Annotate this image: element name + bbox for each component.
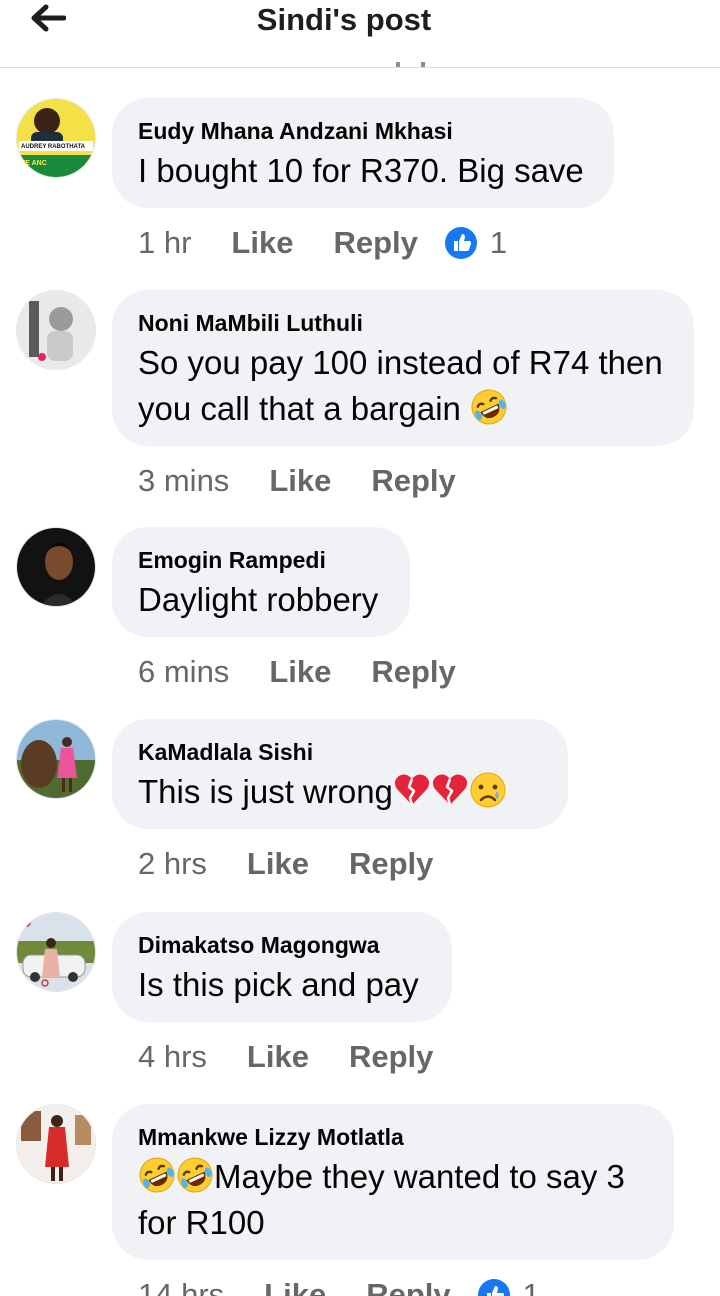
reaction-count-value: 1 — [522, 1277, 540, 1296]
comment-actions: 1 hr Like Reply 1 — [138, 220, 507, 266]
comment-time[interactable]: 3 mins — [138, 463, 229, 499]
avatar-text: TE ANC — [21, 160, 47, 167]
comment-text-line: Maybe they wanted to say 3 — [214, 1158, 625, 1195]
comment-text: for R100 — [138, 1204, 265, 1241]
reply-button[interactable]: Reply — [366, 1277, 450, 1296]
avatar[interactable]: AUDREY RABOTHATA TE ANC — [16, 98, 96, 178]
comment-author[interactable]: Emogin Rampedi — [138, 543, 384, 577]
comment-time[interactable]: 6 mins — [138, 654, 229, 690]
reaction-count-value: 1 — [489, 225, 508, 260]
comment-text: Daylight robbery — [138, 581, 379, 618]
comment-actions: 3 mins Like Reply — [138, 458, 496, 504]
like-button[interactable]: Like — [231, 225, 293, 261]
comment-text-line: This is just wrong — [138, 773, 393, 810]
rolling-on-floor-laughing-emoji — [471, 389, 507, 425]
like-button[interactable]: Like — [269, 654, 331, 690]
comment-text: Is this pick and pay — [138, 966, 419, 1003]
rolling-on-floor-laughing-emoji — [139, 1157, 175, 1193]
comment-author[interactable]: Dimakatso Magongwa — [138, 928, 426, 962]
rolling-on-floor-laughing-emoji — [177, 1157, 213, 1193]
scroll-indicator — [396, 62, 425, 67]
comment-text: Maybe they wanted to say 3 — [138, 1154, 648, 1200]
comment-text: you call that a bargain — [138, 386, 668, 432]
reply-button[interactable]: Reply — [371, 654, 455, 690]
crying-face-emoji — [470, 772, 506, 808]
comment-author[interactable]: Noni MaMbili Luthuli — [138, 306, 668, 340]
comment-time[interactable]: 4 hrs — [138, 1039, 207, 1075]
comment-time[interactable]: 1 hr — [138, 225, 191, 261]
comment-time[interactable]: 14 hrs — [138, 1277, 224, 1296]
page-title: Sindi's post — [256, 2, 432, 37]
comment-bubble: Dimakatso Magongwa Is this pick and pay — [112, 912, 452, 1022]
comment-author[interactable]: Mmankwe Lizzy Motlatla — [138, 1120, 648, 1154]
avatar[interactable] — [16, 290, 96, 370]
comment-bubble: Mmankwe Lizzy Motlatla Maybe they wanted… — [112, 1104, 674, 1260]
top-bar: Sindi's post — [0, 0, 720, 68]
comment-actions: 6 mins Like Reply — [138, 649, 496, 695]
like-button[interactable]: Like — [264, 1277, 326, 1296]
avatar[interactable] — [16, 912, 96, 992]
comment-text: So you pay 100 instead of R74 then — [138, 344, 663, 381]
avatar[interactable] — [16, 719, 96, 799]
like-button[interactable]: Like — [269, 463, 331, 499]
thumbs-up-icon — [477, 1279, 510, 1296]
broken-heart-emoji — [394, 774, 430, 806]
reply-button[interactable]: Reply — [349, 846, 433, 882]
reply-button[interactable]: Reply — [349, 1039, 433, 1075]
comment-author[interactable]: KaMadlala Sishi — [138, 735, 542, 769]
thumbs-up-icon — [444, 227, 477, 259]
comment-text: This is just wrong — [138, 769, 542, 815]
reply-button[interactable]: Reply — [333, 225, 417, 261]
comment-actions: 14 hrs Like Reply 1 — [138, 1272, 540, 1296]
reply-button[interactable]: Reply — [371, 463, 455, 499]
comment-author[interactable]: Eudy Mhana Andzani Mkhasi — [138, 114, 588, 148]
comment-time[interactable]: 2 hrs — [138, 846, 207, 882]
comment-bubble: KaMadlala Sishi This is just wrong — [112, 719, 568, 829]
like-button[interactable]: Like — [247, 846, 309, 882]
avatar[interactable] — [16, 527, 96, 607]
reaction-count[interactable]: 1 — [444, 225, 507, 261]
avatar[interactable] — [16, 1104, 96, 1184]
comment-bubble: Emogin Rampedi Daylight robbery — [112, 527, 410, 637]
comment-bubble: Eudy Mhana Andzani Mkhasi I bought 10 fo… — [112, 98, 614, 208]
like-button[interactable]: Like — [247, 1039, 309, 1075]
comment-text-line: you call that a bargain — [138, 390, 461, 427]
broken-heart-emoji — [432, 774, 468, 806]
comment-actions: 2 hrs Like Reply — [138, 841, 473, 887]
comment-text: I bought 10 for R370. Big save — [138, 152, 584, 189]
avatar-text: AUDREY RABOTHATA — [21, 144, 86, 150]
reaction-count[interactable]: 1 — [477, 1277, 540, 1296]
comment-actions: 4 hrs Like Reply — [138, 1034, 473, 1080]
comment-bubble: Noni MaMbili Luthuli So you pay 100 inst… — [112, 290, 694, 446]
